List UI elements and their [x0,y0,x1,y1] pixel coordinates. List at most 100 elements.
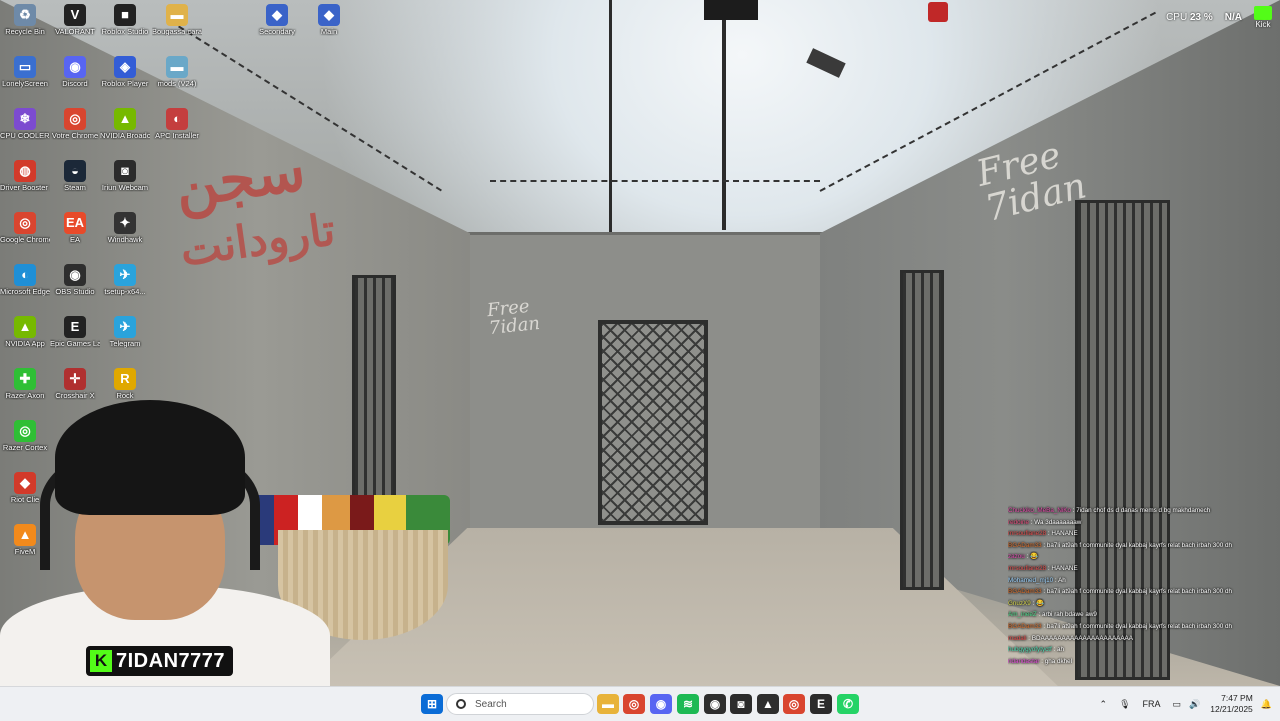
taskbar-iriun[interactable]: ◙ [730,694,752,714]
chat-username: BGADam33 [1008,622,1042,630]
desktop-icon-label: Iriun Webcam [101,183,149,192]
chat-username: BGADam33 [1008,541,1042,549]
desktop-icon[interactable]: ◒ Steam [50,160,100,192]
desktop-icon[interactable]: ✈ tsetup-x64... [100,264,150,296]
chat-message: madali : BDAAAAAAAAAAAAAAAAAAAAAA [1008,633,1278,645]
chevron-up-icon[interactable]: ⌃ [1100,699,1108,710]
desktop-icon[interactable]: EA EA [50,212,100,244]
desktop-icon-label: tsetup-x64... [104,287,146,296]
stream-stats-overlay: CPU 23 % N/A Kick [1166,6,1272,29]
app-icon: EA [64,212,86,234]
desktop-icon-label: Votre Chrome [51,131,99,140]
desktop-icon[interactable]: ◆ Secondary [252,4,302,36]
app-icon: ◐ [166,108,188,130]
chat-overlay: Chuckiko_MeBa_NiKo : 7idan chof ds d dan… [1008,505,1278,667]
chat-username: hubgygyofytyctf [1008,646,1052,654]
chat-message: Chuckiko_MeBa_NiKo : 7idan chof ds d dan… [1008,505,1278,517]
desktop-icon[interactable]: ▬ mods (V24) [152,56,202,88]
wallpaper-door-right [900,270,944,590]
taskbar-start-button[interactable]: ⊞ [421,694,443,714]
streamer-name-tag: K 7IDAN7777 [86,646,234,676]
desktop-icon[interactable]: EEpic Games Launcher [50,316,100,348]
chat-text: Wa 3daaaaaaaw [1034,518,1082,526]
recording-app-icon[interactable] [928,2,948,22]
chat-username: redoine [1008,518,1030,526]
language-indicator[interactable]: FRA [1143,699,1161,709]
chat-message: Mohamed_mj10 : Ah [1008,575,1278,587]
clock[interactable]: 7:47 PM 12/21/2025 [1210,693,1253,715]
taskbar-obs[interactable]: ◉ [704,694,726,714]
desktop-icon[interactable]: ◐ Microsoft Edge [0,264,50,296]
taskbar-epic[interactable]: E [810,694,832,714]
chat-username: ridaridastar [1008,657,1040,665]
clock-time: 7:47 PM [1221,693,1253,703]
start-button-icon: ⊞ [426,697,438,711]
chat-message: GnuzX9 : 😂 [1008,598,1278,610]
desktop-icon[interactable]: ◎ Votre Chrome [50,108,100,140]
desktop-icon-label: Windhawk [107,235,143,244]
desktop-icon[interactable]: ◎ Google Chrome [0,212,50,244]
kick-shortcut[interactable]: Kick [1254,6,1272,29]
taskbar-whatsapp[interactable]: ✆ [837,694,859,714]
desktop-icon[interactable]: ◙ Iriun Webcam [100,160,150,192]
desktop-icon[interactable]: ▲NVIDIA Broadcast [100,108,150,140]
discord-icon: ◉ [655,697,667,711]
chat-text: 😂 [1036,599,1044,607]
chat-text: arbi rah bdawe aw9 [1041,611,1097,619]
desktop-icon[interactable]: ▲ NVIDIA App [0,316,50,348]
desktop-icon[interactable]: ◍Driver Booster 13 [0,160,50,192]
streamer-name: 7IDAN7777 [116,649,226,672]
chat-message: Am_ineeZ : arbi rah bdawe aw9 [1008,609,1278,621]
wallpaper-camera [806,48,846,78]
volume-icon[interactable]: 🔊 [1189,699,1200,710]
desktop-icon-label: Microsoft Edge [0,287,50,296]
desktop-icon[interactable]: ▬Bougassa caravane [152,4,202,36]
cpu-label: CPU 23 % [1166,12,1213,23]
desktop-icon-label: Steam [64,183,86,192]
notification-bell-icon[interactable]: 🔔 [1261,699,1272,710]
desktop-icon-label: VALORANT [55,27,95,36]
app-icon: ◒ [64,160,86,182]
taskbar-nvidia[interactable]: ▲ [757,694,779,714]
chat-text: ah [1057,646,1065,654]
chat-username: mrsoufiane28 [1008,564,1047,572]
desktop-icon[interactable]: ♻ Recycle Bin [0,4,50,36]
desktop-icon[interactable]: ◈ Roblox Player [100,56,150,88]
desktop-icon-label: CPU COOLER V4.0 [0,131,50,140]
desktop-icon-label: NVIDIA App [5,339,45,348]
desktop-icon[interactable]: ◉ OBS Studio [50,264,100,296]
chat-username: Am_ineeZ [1008,611,1037,619]
app-icon: ♻ [14,4,36,26]
app-icon: ▲ [14,316,36,338]
taskbar-file-explorer[interactable]: ▬ [597,694,619,714]
desktop-icon[interactable]: ◉ Discord [50,56,100,88]
desktop-icon[interactable]: ✦ Windhawk [100,212,150,244]
app-icon: ▭ [14,56,36,78]
taskbar-spotify[interactable]: ≋ [677,694,699,714]
desktop-icon-label: Epic Games Launcher [50,339,100,348]
desktop-icon[interactable]: ▭ LonelyScreen [0,56,50,88]
chat-text: ba7li at9ah f communite dyal kabbaj kayr… [1046,541,1233,549]
obs-icon: ◉ [709,697,721,711]
kick-label: Kick [1255,20,1271,29]
network-icon[interactable]: ▭ [1173,699,1182,710]
desktop-icon[interactable]: ❄CPU COOLER V4.0 [0,108,50,140]
system-tray: ⌃ 🎙 FRA ▭ 🔊 7:47 PM 12/21/2025 🔔 [1100,687,1280,721]
desktop-icon[interactable]: V VALORANT [50,4,100,36]
desktop-icon[interactable]: ■ Roblox Studio [100,4,150,36]
desktop-icon[interactable]: ◆ Main [304,4,354,36]
microphone-icon[interactable]: 🎙 [1119,699,1130,710]
chat-username: zazou [1008,553,1025,561]
taskbar-chrome[interactable]: ◎ [623,694,645,714]
taskbar-chrome-2[interactable]: ◎ [783,694,805,714]
chat-message: mrsoufiane28 : HANANE [1008,563,1278,575]
desktop-icon[interactable]: ◐ APC Installer [152,108,202,140]
app-icon: ▲ [114,108,136,130]
desktop-icon[interactable]: ✈ Telegram [100,316,150,348]
taskbar-search[interactable]: Search [446,693,594,715]
clock-date: 12/21/2025 [1210,704,1253,714]
chat-message: BGADam33 : ba7li at9ah f communite dyal … [1008,586,1278,598]
spotify-icon: ≋ [682,697,694,711]
taskbar-discord[interactable]: ◉ [650,694,672,714]
app-icon: ◎ [14,212,36,234]
